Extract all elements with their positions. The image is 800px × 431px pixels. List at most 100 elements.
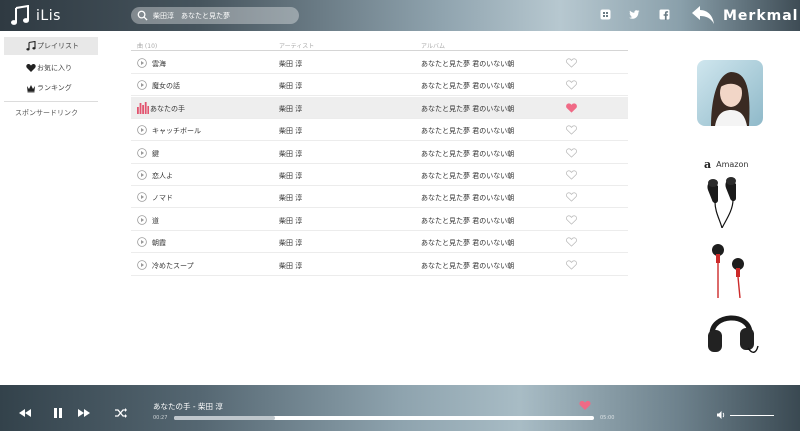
table-row[interactable]: キャッチボール 柴田 淳 あなたと見た夢 君のいない朝	[131, 119, 628, 142]
play-circle-icon[interactable]	[137, 192, 147, 203]
artist-ad-image[interactable]	[697, 60, 763, 126]
pause-icon[interactable]	[51, 407, 65, 419]
song-album: あなたと見た夢 君のいない朝	[421, 149, 515, 158]
song-album: あなたと見た夢 君のいない朝	[421, 172, 515, 180]
like-heart-icon[interactable]	[566, 103, 577, 113]
now-playing-title: あなたの手 - 柴田 淳	[153, 402, 223, 411]
table-row[interactable]: あなたの手 柴田 淳 あなたと見た夢 君のいない朝	[131, 96, 628, 119]
like-heart-icon[interactable]	[566, 80, 577, 90]
play-circle-icon[interactable]	[137, 125, 147, 135]
play-circle-icon[interactable]	[137, 237, 147, 247]
song-album: あなたと見た夢 君のいない朝	[421, 216, 515, 225]
brand-name: Merkmal	[723, 8, 799, 24]
header-song[interactable]: 曲 (10)	[137, 41, 157, 50]
sidebar-item-label: ランキング	[37, 84, 72, 92]
sidebar-item-favorites[interactable]: お気に入り	[4, 59, 98, 77]
like-heart-icon[interactable]	[566, 58, 577, 68]
amazon-label: Amazon	[716, 160, 749, 169]
like-heart-icon[interactable]	[566, 125, 577, 135]
amazon-icon: a	[704, 158, 712, 171]
song-album: あなたと見た夢 君のいない朝	[421, 104, 515, 113]
play-circle-icon[interactable]	[137, 58, 147, 68]
play-circle-icon[interactable]	[137, 147, 147, 158]
song-artist: 柴田 淳	[279, 239, 303, 248]
like-heart-icon[interactable]	[566, 237, 577, 247]
player-bar: あなたの手 - 柴田 淳 00:27 05:00	[0, 385, 800, 431]
earphones-product-red[interactable]	[704, 238, 752, 298]
apps-icon[interactable]	[600, 9, 611, 20]
song-artist: 柴田 淳	[279, 172, 303, 180]
song-album: あなたと見た夢 君のいない朝	[421, 194, 515, 203]
music-note-icon	[26, 41, 36, 51]
song-artist: 柴田 淳	[279, 104, 303, 113]
volume-slider[interactable]	[730, 415, 774, 416]
facebook-icon[interactable]	[659, 9, 670, 20]
song-title: 朝霞	[152, 239, 166, 248]
play-circle-icon[interactable]	[137, 80, 147, 91]
play-circle-icon[interactable]	[137, 214, 147, 225]
time-total: 05:00	[600, 415, 615, 421]
table-header: 曲 (10) アーティスト アルバム	[131, 38, 628, 51]
table-row[interactable]: 鍵 柴田 淳 あなたと見た夢 君のいない朝	[131, 142, 628, 164]
table-row[interactable]: 魔女の話 柴田 淳 あなたと見た夢 君のいない朝	[131, 74, 628, 97]
player-like-heart-icon[interactable]	[579, 400, 591, 411]
song-album: あなたと見た夢 君のいない朝	[421, 239, 515, 248]
header-album[interactable]: アルバム	[421, 41, 445, 50]
song-artist: 柴田 淳	[279, 82, 303, 91]
back-arrow-icon[interactable]	[690, 4, 716, 26]
table-row[interactable]: 恋人よ 柴田 淳 あなたと見た夢 君のいない朝	[131, 164, 628, 186]
progress-fill	[174, 416, 275, 420]
like-heart-icon[interactable]	[566, 215, 577, 225]
like-heart-icon[interactable]	[566, 260, 577, 270]
search-value: 柴田淳 あなたと見た夢	[153, 11, 230, 20]
song-title: 道	[152, 216, 159, 225]
table-row[interactable]: 道 柴田 淳 あなたと見た夢 君のいない朝	[131, 209, 628, 231]
search-input[interactable]: 柴田淳 あなたと見た夢	[131, 7, 299, 24]
sidebar-item-label: お気に入り	[37, 64, 72, 72]
song-artist: 柴田 淳	[279, 149, 303, 158]
earphones-product-black[interactable]	[700, 176, 760, 228]
song-title: 雲海	[152, 60, 166, 68]
shuffle-icon[interactable]	[114, 407, 128, 419]
header-artist[interactable]: アーティスト	[279, 41, 314, 50]
time-elapsed: 00:27	[153, 415, 168, 421]
table-row[interactable]: 朝霞 柴田 淳 あなたと見た夢 君のいない朝	[131, 231, 628, 254]
play-circle-icon[interactable]	[137, 259, 147, 270]
search-icon	[137, 10, 148, 21]
like-heart-icon[interactable]	[566, 148, 577, 158]
song-title: キャッチボール	[152, 127, 201, 136]
song-artist: 柴田 淳	[279, 216, 303, 225]
twitter-icon[interactable]	[629, 9, 640, 20]
sponsor-label: スポンサードリンク	[15, 109, 78, 117]
crown-icon	[27, 85, 35, 93]
previous-icon[interactable]	[18, 407, 32, 419]
table-row[interactable]: 雲海 柴田 淳 あなたと見た夢 君のいない朝	[131, 52, 628, 74]
volume-icon[interactable]	[716, 410, 726, 420]
app-name[interactable]: iLis	[36, 8, 61, 24]
song-artist: 柴田 淳	[279, 261, 303, 270]
progress-slider[interactable]	[174, 416, 594, 420]
sidebar-item-label: プレイリスト	[37, 42, 79, 50]
sidebar-divider	[4, 101, 98, 102]
song-title: 魔女の話	[152, 82, 180, 91]
top-header: iLis 柴田淳 あなたと見た夢 Merkmal	[0, 0, 800, 31]
amazon-logo[interactable]: a Amazon	[704, 158, 748, 171]
song-title: 恋人よ	[152, 172, 173, 180]
sidebar-item-ranking[interactable]: ランキング	[4, 79, 98, 97]
song-artist: 柴田 淳	[279, 127, 303, 136]
table-row[interactable]: ノマド 柴田 淳 あなたと見た夢 君のいない朝	[131, 186, 628, 209]
song-title: ノマド	[152, 194, 173, 203]
song-artist: 柴田 淳	[279, 194, 303, 203]
song-album: あなたと見た夢 君のいない朝	[421, 60, 515, 68]
song-album: あなたと見た夢 君のいない朝	[421, 82, 515, 91]
like-heart-icon[interactable]	[566, 170, 577, 180]
sidebar: プレイリスト お気に入り ランキング スポンサードリンク	[0, 31, 112, 385]
play-circle-icon[interactable]	[137, 170, 147, 180]
table-row[interactable]: 冷めたスープ 柴田 淳 あなたと見た夢 君のいない朝	[131, 254, 628, 276]
next-icon[interactable]	[77, 407, 91, 419]
headphones-product[interactable]	[704, 304, 760, 360]
like-heart-icon[interactable]	[566, 192, 577, 202]
song-title: 冷めたスープ	[152, 261, 194, 270]
sidebar-item-playlist[interactable]: プレイリスト	[4, 37, 98, 55]
song-title: 鍵	[152, 149, 159, 158]
